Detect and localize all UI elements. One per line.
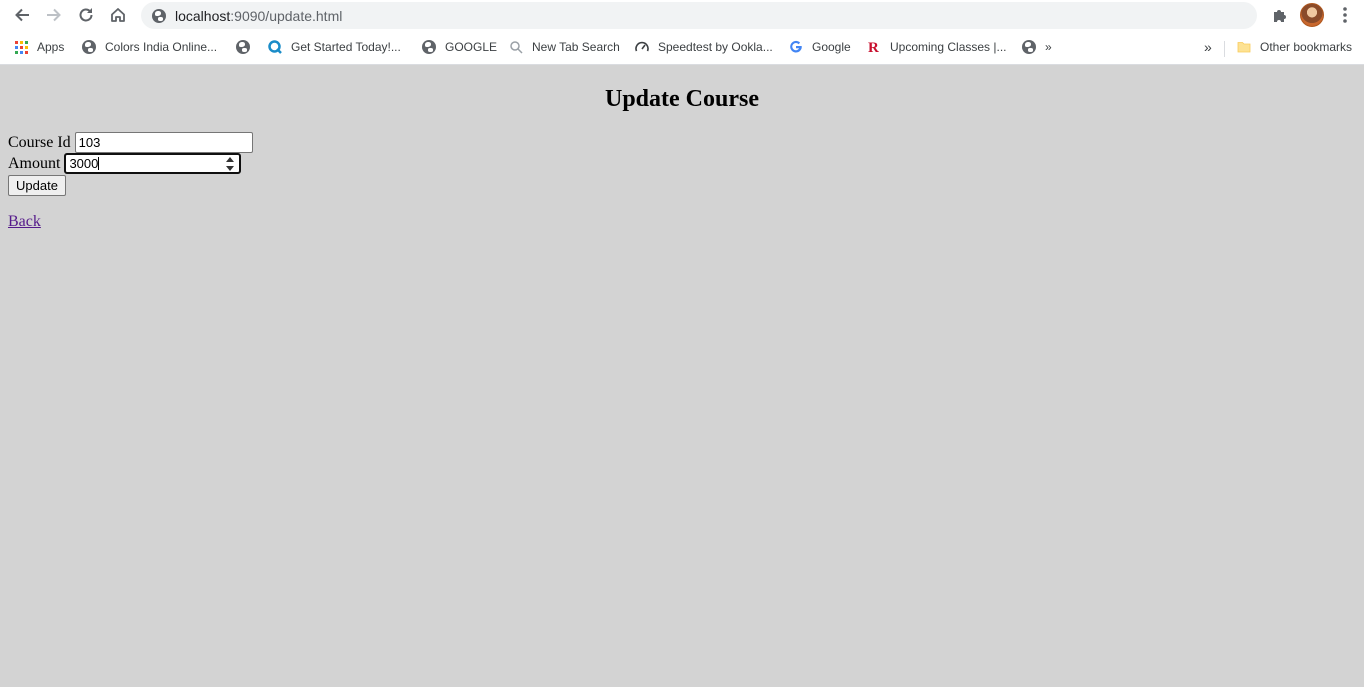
puzzle-extensions-icon[interactable] xyxy=(1270,5,1290,25)
text-cursor xyxy=(98,157,100,170)
overflow-chevron-label: » xyxy=(1204,39,1212,55)
bookmark-label: Get Started Today!... xyxy=(291,40,401,54)
globe-icon xyxy=(1021,39,1037,55)
update-button[interactable]: Update xyxy=(8,175,66,196)
bookmarks-overflow-chevron-icon[interactable]: » xyxy=(1204,37,1212,57)
kebab-menu-icon[interactable] xyxy=(1336,5,1354,25)
svg-text:R: R xyxy=(868,40,879,55)
globe-icon xyxy=(235,39,251,55)
folder-icon xyxy=(1236,39,1252,55)
bookmark-colors-india[interactable]: Colors India Online... xyxy=(81,37,217,57)
course-id-input[interactable] xyxy=(74,132,253,153)
bookmark-label: Other bookmarks xyxy=(1260,40,1353,54)
number-spinner-icon[interactable] xyxy=(225,157,235,171)
back-link[interactable]: Back xyxy=(8,213,41,231)
bookmark-label: GOOGLE xyxy=(445,40,498,54)
search-icon xyxy=(508,39,524,55)
globe-icon xyxy=(151,8,167,24)
bookmark-apps[interactable]: Apps xyxy=(13,37,64,57)
page-content: Update Course Course Id Amount 3000 Upda… xyxy=(0,66,1364,687)
profile-avatar-icon[interactable] xyxy=(1300,3,1324,27)
bookmarks-divider xyxy=(1224,41,1225,57)
course-id-row: Course Id xyxy=(8,132,253,153)
course-id-label: Course Id xyxy=(8,133,71,151)
url-text: localhost:9090/update.html xyxy=(175,7,343,24)
bookmark-label: Speedtest by Ookla... xyxy=(658,40,773,54)
bookmark-label: Google xyxy=(812,40,851,54)
reload-icon[interactable] xyxy=(74,3,98,27)
bookmark-get-started[interactable]: Get Started Today!... xyxy=(267,37,401,57)
browser-chrome: localhost:9090/update.html Apps Colors I… xyxy=(0,0,1364,65)
bookmark-new-tab-search[interactable]: New Tab Search xyxy=(508,37,620,57)
q-logo-icon xyxy=(267,39,283,55)
browser-toolbar: localhost:9090/update.html xyxy=(0,0,1364,31)
globe-icon xyxy=(421,39,437,55)
apps-grid-icon xyxy=(13,39,29,55)
other-bookmarks-folder[interactable]: Other bookmarks xyxy=(1236,37,1352,57)
forward-arrow-icon[interactable] xyxy=(42,3,66,27)
page-title: Update Course xyxy=(605,86,759,112)
address-bar[interactable]: localhost:9090/update.html xyxy=(141,2,1257,29)
bookmark-label: New Tab Search xyxy=(532,40,620,54)
bookmark-google-upper[interactable]: GOOGLE xyxy=(421,37,497,57)
spinner-up-icon[interactable] xyxy=(226,157,235,162)
amount-value: 3000 xyxy=(69,156,99,171)
bookmark-label: Apps xyxy=(37,40,65,54)
google-g-icon xyxy=(788,39,804,55)
spinner-down-icon[interactable] xyxy=(226,166,235,171)
speedometer-icon xyxy=(634,39,650,55)
r-logo-icon: R xyxy=(866,39,882,55)
amount-input[interactable]: 3000 xyxy=(64,153,242,174)
bookmark-unnamed[interactable] xyxy=(235,37,259,57)
globe-icon xyxy=(81,39,97,55)
bookmark-overflow-item[interactable]: » xyxy=(1021,37,1052,57)
back-arrow-icon[interactable] xyxy=(10,3,34,27)
bookmark-label: Upcoming Classes |... xyxy=(890,40,1007,54)
amount-row: Amount 3000 xyxy=(8,153,242,174)
bookmark-label: Colors India Online... xyxy=(105,40,218,54)
home-icon[interactable] xyxy=(106,3,130,27)
amount-label: Amount xyxy=(8,154,61,172)
bookmark-speedtest[interactable]: Speedtest by Ookla... xyxy=(634,37,773,57)
bookmark-upcoming-classes[interactable]: R Upcoming Classes |... xyxy=(866,37,1007,57)
bookmarks-bar: Apps Colors India Online... Get Started … xyxy=(0,33,1364,61)
bookmark-label: » xyxy=(1045,40,1052,54)
bookmark-google[interactable]: Google xyxy=(788,37,851,57)
